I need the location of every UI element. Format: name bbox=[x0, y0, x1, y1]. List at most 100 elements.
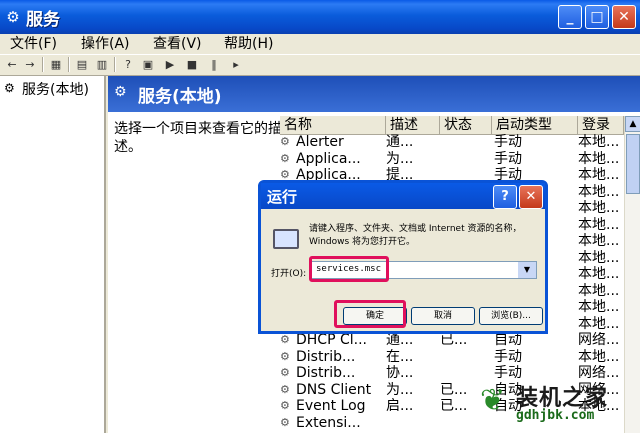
service-logon-cell: 本地... bbox=[578, 282, 620, 299]
menu-bar: 文件(F) 操作(A) 查看(V) 帮助(H) bbox=[0, 34, 640, 54]
dialog-help-button[interactable]: ? bbox=[493, 185, 517, 209]
list-header: 名称 描述 状态 启动类型 登录 bbox=[280, 116, 630, 135]
scroll-thumb[interactable] bbox=[626, 134, 640, 194]
column-description[interactable]: 描述 bbox=[386, 116, 440, 134]
service-logon-cell: 本地... bbox=[578, 299, 620, 315]
service-logon-cell: 本地... bbox=[578, 348, 620, 365]
service-startup-cell: 手动 bbox=[494, 348, 522, 365]
service-desc-cell: 为... bbox=[386, 381, 414, 398]
service-gear-icon: ⚙ bbox=[280, 399, 290, 412]
service-gear-icon: ⚙ bbox=[280, 366, 290, 379]
watermark-logo-icon: ❦ bbox=[480, 383, 506, 418]
run-dialog-title-bar[interactable]: 运行 ? ✕ bbox=[261, 183, 545, 209]
minimize-button[interactable]: _ bbox=[558, 5, 582, 29]
menu-file[interactable]: 文件(F) bbox=[10, 34, 57, 54]
service-logon-cell: 本地... bbox=[578, 233, 620, 249]
service-gear-icon: ⚙ bbox=[280, 135, 290, 148]
service-logon-cell: 本地... bbox=[578, 216, 620, 233]
window-title-bar[interactable]: ⚙ 服务 _ □ ✕ bbox=[0, 0, 640, 34]
maximize-button[interactable]: □ bbox=[585, 5, 609, 29]
forward-arrow-icon[interactable]: → bbox=[22, 57, 38, 72]
start-service-icon[interactable]: ▶ bbox=[162, 57, 178, 72]
service-name-cell: DNS Client bbox=[296, 381, 372, 398]
service-logon-cell: 本地... bbox=[578, 200, 620, 216]
column-status[interactable]: 状态 bbox=[440, 116, 492, 134]
service-logon-cell: 本地... bbox=[578, 315, 620, 332]
service-gear-icon: ⚙ bbox=[280, 151, 290, 165]
service-name-cell: Applica... bbox=[296, 150, 361, 167]
column-startup-type[interactable]: 启动类型 bbox=[492, 116, 578, 134]
service-name-cell: DHCP Cl... bbox=[296, 332, 367, 348]
toolbar-separator bbox=[68, 57, 70, 72]
export-list-icon[interactable]: ▥ bbox=[94, 57, 110, 72]
toolbar-separator bbox=[114, 57, 116, 72]
close-button[interactable]: ✕ bbox=[612, 5, 636, 29]
service-name-cell: Distrib... bbox=[296, 348, 356, 365]
service-logon-cell: 本地... bbox=[578, 134, 620, 150]
console-icon[interactable]: ▣ bbox=[140, 57, 156, 72]
service-status-cell: 已... bbox=[440, 332, 468, 348]
properties-icon[interactable]: ▤ bbox=[74, 57, 90, 72]
menu-help[interactable]: 帮助(H) bbox=[224, 34, 273, 54]
panel-title: 服务(本地) bbox=[138, 87, 222, 107]
highlight-open-input bbox=[309, 256, 389, 282]
chevron-down-icon[interactable]: ▼ bbox=[518, 262, 536, 278]
services-gear-icon: ⚙ bbox=[6, 8, 20, 26]
service-desc-cell: 通... bbox=[386, 332, 414, 348]
service-startup-cell: 手动 bbox=[494, 134, 522, 150]
tree-item-services-local[interactable]: 服务(本地) bbox=[22, 79, 89, 99]
run-program-icon bbox=[273, 229, 299, 249]
table-row[interactable]: ⚙ Applica... 为... 手动 本地... bbox=[280, 151, 624, 167]
window-title: 服务 bbox=[26, 10, 60, 30]
show-tree-icon[interactable]: ▦ bbox=[48, 57, 64, 72]
stop-service-icon[interactable]: ■ bbox=[184, 57, 200, 72]
service-logon-cell: 网络... bbox=[578, 332, 620, 348]
service-startup-cell: 手动 bbox=[494, 365, 522, 381]
column-name[interactable]: 名称 bbox=[280, 116, 386, 134]
vertical-scrollbar[interactable]: ▲ bbox=[624, 116, 640, 433]
column-logon[interactable]: 登录 bbox=[578, 116, 624, 134]
service-gear-icon: ⚙ bbox=[280, 382, 290, 396]
table-row[interactable]: ⚙ DHCP Cl... 通... 已... 自动 网络... bbox=[280, 332, 624, 348]
toolbar-separator bbox=[42, 57, 44, 72]
service-startup-cell: 手动 bbox=[494, 150, 522, 167]
highlight-ok-button bbox=[334, 300, 406, 328]
service-gear-icon: ⚙ bbox=[280, 349, 290, 363]
open-field-label: 打开(O): bbox=[271, 269, 307, 279]
service-desc-cell: 在... bbox=[386, 348, 414, 365]
service-desc-cell: 通... bbox=[386, 134, 414, 150]
service-gear-icon: ⚙ bbox=[280, 333, 290, 346]
service-desc-cell: 为... bbox=[386, 150, 414, 167]
service-startup-cell: 自动 bbox=[494, 332, 522, 348]
service-logon-cell: 网络... bbox=[578, 365, 620, 381]
service-name-cell: Alerter bbox=[296, 134, 344, 150]
back-arrow-icon[interactable]: ← bbox=[4, 57, 20, 72]
run-dialog-message: 请键入程序、文件夹、文档或 Internet 资源的名称，Windows 将为您… bbox=[309, 224, 522, 247]
service-logon-cell: 本地... bbox=[578, 183, 620, 200]
services-gear-icon: ⚙ bbox=[4, 81, 15, 95]
services-gear-icon: ⚙ bbox=[114, 84, 127, 100]
toolbar: ← → ▦ ▤ ▥ ? ▣ ▶ ■ ‖ ▸ bbox=[0, 54, 640, 76]
service-logon-cell: 本地... bbox=[578, 266, 620, 282]
service-logon-cell: 本地... bbox=[578, 249, 620, 266]
restart-service-icon[interactable]: ▸ bbox=[228, 57, 244, 72]
cancel-button[interactable]: 取消 bbox=[411, 307, 475, 325]
pause-service-icon[interactable]: ‖ bbox=[206, 57, 222, 72]
table-row[interactable]: ⚙ Alerter 通... 手动 本地... bbox=[280, 134, 624, 150]
scroll-up-icon[interactable]: ▲ bbox=[625, 116, 640, 132]
service-desc-cell: 启... bbox=[386, 398, 414, 414]
service-description: 选择一个项目来查看它的描述。 bbox=[114, 121, 282, 155]
console-tree: ⚙ 服务(本地) bbox=[0, 76, 106, 433]
service-name-cell: Distrib... bbox=[296, 365, 356, 381]
menu-view[interactable]: 查看(V) bbox=[153, 34, 202, 54]
service-desc-cell: 协... bbox=[386, 365, 414, 381]
browse-button[interactable]: 浏览(B)... bbox=[479, 307, 543, 325]
table-row[interactable]: ⚙ Distrib... 在... 手动 本地... bbox=[280, 349, 624, 365]
table-row[interactable]: ⚙ Distrib... 协... 手动 网络... bbox=[280, 365, 624, 381]
run-dialog-title: 运行 bbox=[267, 188, 298, 206]
service-name-cell: Extensi... bbox=[296, 414, 361, 431]
watermark-url: gdhjbk.com bbox=[516, 408, 595, 423]
help-icon[interactable]: ? bbox=[120, 57, 136, 72]
menu-action[interactable]: 操作(A) bbox=[81, 34, 130, 54]
dialog-close-button[interactable]: ✕ bbox=[519, 185, 543, 209]
